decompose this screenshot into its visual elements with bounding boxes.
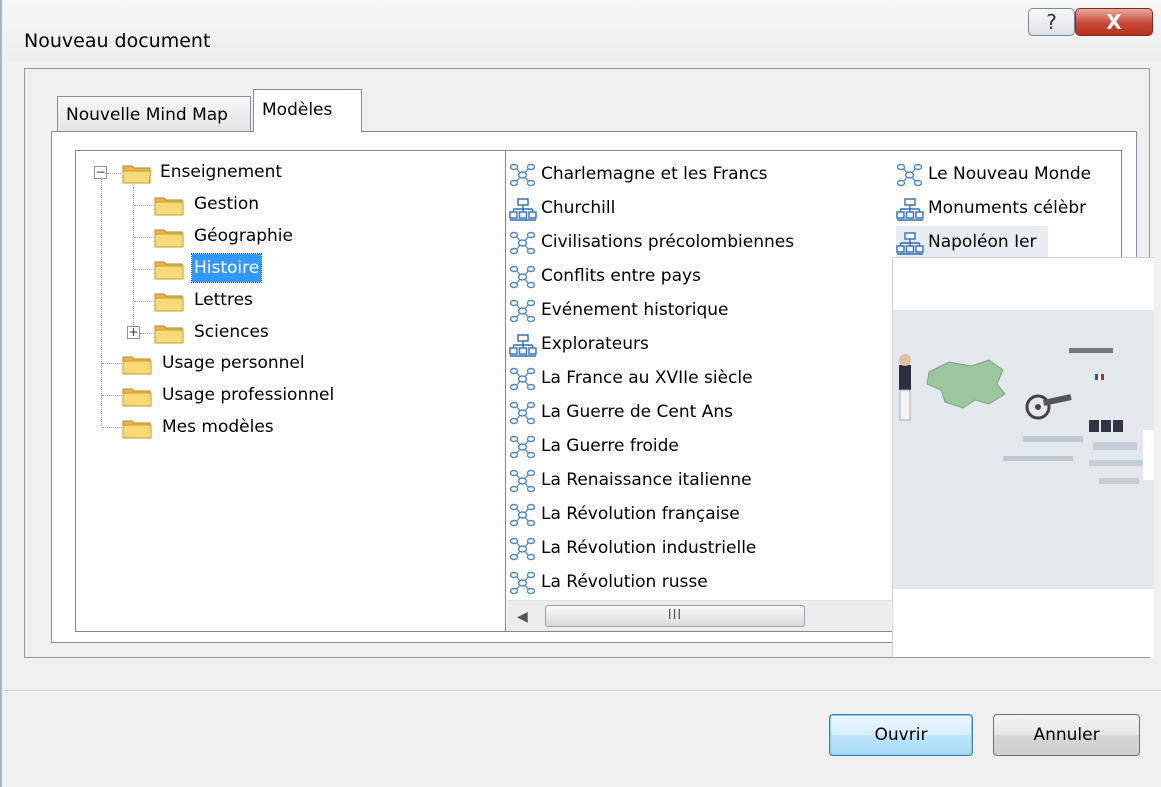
mindmap-icon xyxy=(509,231,537,255)
template-item-label: Napoléon Ier xyxy=(928,232,1037,252)
mindmap-icon xyxy=(509,401,537,425)
template-item-label: Conflits entre pays xyxy=(541,266,701,286)
tree-item-label: Usage personnel xyxy=(162,353,305,373)
expand-toggle-sciences[interactable]: + xyxy=(127,326,140,339)
tree-item-label: Lettres xyxy=(194,290,253,310)
template-item-label: Churchill xyxy=(541,198,616,218)
mindmap-icon xyxy=(509,299,537,323)
folder-icon xyxy=(122,388,152,407)
template-item-label: La France au XVIIe siècle xyxy=(541,368,753,388)
mindmap-icon xyxy=(896,163,924,187)
tab-new-mind-map[interactable]: Nouvelle Mind Map xyxy=(57,96,251,132)
folder-icon xyxy=(154,261,184,280)
tree-line-root xyxy=(101,173,102,426)
template-item-label: Explorateurs xyxy=(541,334,649,354)
mindmap-icon xyxy=(509,265,537,289)
tree-item-label: Géographie xyxy=(194,226,293,246)
template-item-label: Civilisations précolombiennes xyxy=(541,232,795,252)
tree-line-h xyxy=(102,363,122,364)
scrollbar-thumb[interactable]: III xyxy=(545,605,805,627)
tree-line-h xyxy=(102,427,122,428)
mindmap-icon xyxy=(509,367,537,391)
collapse-toggle-enseignement[interactable]: − xyxy=(94,166,107,179)
tree-line-h xyxy=(134,237,154,238)
template-item[interactable]: Napoléon Ier xyxy=(896,226,1048,258)
tree-line-h xyxy=(140,333,154,334)
template-item-label: La Guerre froide xyxy=(541,436,679,456)
tab-templates[interactable]: Modèles xyxy=(253,89,362,132)
footer-divider xyxy=(4,690,1161,692)
tree-item-label: Gestion xyxy=(194,194,260,214)
tree-line-h xyxy=(107,173,121,174)
dialog-title: Nouveau document xyxy=(24,30,211,52)
category-tree: − + Enseignement Gestion Géographie Hist… xyxy=(76,151,506,631)
template-item-label: Monuments célèbr xyxy=(928,198,1087,218)
tree-line-h xyxy=(134,205,154,206)
preview-thumbnail xyxy=(893,310,1154,589)
tree-item-label: Usage professionnel xyxy=(162,385,335,405)
mindmap-icon xyxy=(509,163,537,187)
tree-item-label: Enseignement xyxy=(160,162,283,182)
template-item-label: La Révolution française xyxy=(541,504,740,524)
cancel-button[interactable]: Annuler xyxy=(993,714,1140,756)
folder-icon xyxy=(154,197,184,216)
folder-icon xyxy=(122,356,152,375)
tree-line-child xyxy=(133,187,134,331)
folder-icon xyxy=(154,293,184,312)
template-item-label: La Guerre de Cent Ans xyxy=(541,402,733,422)
mindmap-icon xyxy=(509,435,537,459)
mindmap-icon xyxy=(509,571,537,595)
open-button[interactable]: Ouvrir xyxy=(829,714,973,756)
horizontal-scrollbar[interactable]: ◀ III xyxy=(507,600,891,631)
orgchart-icon xyxy=(509,197,537,221)
title-bar: Nouveau document ? X xyxy=(2,0,1161,62)
tree-line-h xyxy=(102,395,122,396)
template-item-label: Charlemagne et les Francs xyxy=(541,164,768,184)
scroll-left-arrow-icon[interactable]: ◀ xyxy=(517,609,528,625)
tree-item-label: Mes modèles xyxy=(162,417,274,437)
folder-icon xyxy=(154,325,184,344)
template-item-label: La Renaissance italienne xyxy=(541,470,752,490)
template-preview xyxy=(892,257,1154,657)
orgchart-icon xyxy=(509,333,537,357)
folder-icon xyxy=(122,420,152,439)
template-item-label: Le Nouveau Monde xyxy=(928,164,1092,184)
mindmap-icon xyxy=(509,503,537,527)
template-item-label: La Révolution industrielle xyxy=(541,538,757,558)
orgchart-icon xyxy=(896,197,924,221)
orgchart-icon xyxy=(896,231,924,255)
mindmap-icon xyxy=(509,469,537,493)
template-item-label: La Révolution russe xyxy=(541,572,708,592)
folder-open-icon xyxy=(122,165,152,184)
mindmap-icon xyxy=(509,537,537,561)
tree-item-label: Sciences xyxy=(194,322,269,342)
template-item-label: Evénement historique xyxy=(541,300,729,320)
tree-line-h xyxy=(134,301,154,302)
folder-icon xyxy=(154,229,184,248)
close-button[interactable]: X xyxy=(1075,8,1153,36)
tree-item-label-selected: Histoire xyxy=(190,253,263,283)
help-button[interactable]: ? xyxy=(1028,8,1075,36)
tree-line-h xyxy=(134,269,154,270)
dialog-window: Nouveau document ? X Nouvelle Mind Map M… xyxy=(0,0,1161,787)
